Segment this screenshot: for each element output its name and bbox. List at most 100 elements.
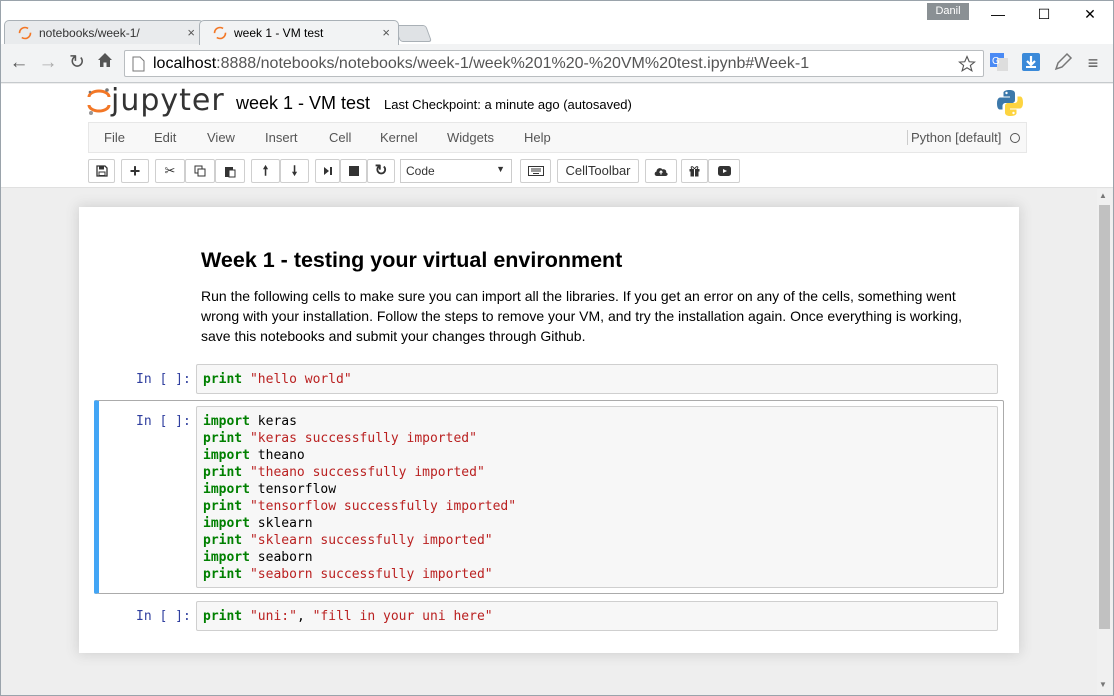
chrome-menu-icon[interactable]: ≡ bbox=[1082, 52, 1104, 74]
browser-titlebar: notebooks/week-1/ × week 1 - VM test × D… bbox=[0, 0, 1114, 45]
jupyter-favicon-icon bbox=[18, 26, 32, 40]
step-forward-icon bbox=[323, 167, 332, 175]
address-bar[interactable]: localhost:8888/notebooks/notebooks/week-… bbox=[124, 50, 984, 77]
code-keyword: print bbox=[203, 533, 243, 548]
code-text: theano bbox=[257, 448, 305, 463]
scissors-icon: ✂ bbox=[164, 163, 176, 178]
scroll-up-arrow-icon[interactable]: ▲ bbox=[1099, 191, 1107, 200]
cell-type-value: Code bbox=[406, 164, 435, 178]
home-icon[interactable] bbox=[94, 52, 116, 74]
menu-widgets[interactable]: Widgets bbox=[447, 130, 494, 145]
jupyter-logo-text[interactable]: jupyter bbox=[111, 83, 225, 118]
code-string: "theano successfully imported" bbox=[249, 465, 485, 480]
close-window-button[interactable]: ✕ bbox=[1080, 6, 1100, 24]
move-cell-up-button[interactable]: 🠕 bbox=[251, 159, 280, 183]
new-tab-button[interactable] bbox=[393, 25, 433, 42]
keyboard-icon bbox=[527, 166, 544, 176]
minimize-button[interactable]: — bbox=[988, 6, 1008, 24]
code-keyword: print bbox=[203, 567, 243, 582]
kernel-name[interactable]: Python [default] bbox=[907, 130, 1001, 145]
paste-cells-button[interactable] bbox=[215, 159, 245, 183]
copy-icon bbox=[194, 165, 206, 177]
code-string: "hello world" bbox=[249, 372, 352, 387]
pen-extension-icon[interactable] bbox=[1052, 52, 1074, 74]
menu-kernel[interactable]: Kernel bbox=[380, 130, 418, 145]
jupyter-favicon-icon bbox=[213, 26, 227, 40]
url-text: localhost:8888/notebooks/notebooks/week-… bbox=[153, 55, 809, 73]
menu-help[interactable]: Help bbox=[524, 130, 551, 145]
back-arrow-icon[interactable]: ← bbox=[8, 52, 30, 74]
maximize-button[interactable]: ☐ bbox=[1034, 6, 1054, 24]
translate-extension-icon[interactable]: G bbox=[988, 52, 1010, 74]
code-cell-input[interactable]: print "uni:", "fill in your uni here" bbox=[196, 601, 998, 631]
code-text: sklearn bbox=[257, 516, 313, 531]
checkpoint-status: Last Checkpoint: a minute ago (autosaved… bbox=[384, 97, 632, 112]
profile-user-badge[interactable]: Danil bbox=[927, 3, 969, 20]
slideshow-button[interactable] bbox=[708, 159, 740, 183]
copy-cells-button[interactable] bbox=[185, 159, 215, 183]
code-cell-input[interactable]: print "hello world" bbox=[196, 364, 998, 394]
forward-arrow-icon[interactable]: → bbox=[37, 52, 59, 74]
input-prompt: In [ ]: bbox=[136, 414, 191, 429]
cut-cells-button[interactable]: ✂ bbox=[155, 159, 185, 183]
insert-cell-below-button[interactable]: + bbox=[121, 159, 149, 183]
tab-close-icon[interactable]: × bbox=[187, 21, 195, 45]
menu-file[interactable]: File bbox=[104, 130, 125, 145]
code-keyword: import bbox=[203, 482, 250, 497]
dropdown-arrow-icon: ▼ bbox=[496, 164, 505, 174]
kernel-idle-indicator-icon bbox=[1010, 133, 1020, 143]
run-cell-button[interactable] bbox=[315, 159, 340, 183]
reload-icon[interactable]: ↻ bbox=[66, 52, 88, 74]
markdown-paragraph[interactable]: Run the following cells to make sure you… bbox=[201, 286, 991, 346]
tab-title: notebooks/week-1/ bbox=[39, 26, 140, 40]
menu-view[interactable]: View bbox=[207, 130, 235, 145]
jupyter-logo-icon[interactable] bbox=[86, 84, 112, 118]
tab-notebooks[interactable]: notebooks/week-1/ × bbox=[4, 20, 204, 45]
save-button[interactable] bbox=[88, 159, 115, 183]
code-keyword: print bbox=[203, 609, 243, 624]
cell-type-select[interactable]: Code ▼ bbox=[400, 159, 512, 183]
plus-icon: + bbox=[129, 161, 141, 181]
celltoolbar-button[interactable]: CellToolbar bbox=[557, 159, 639, 183]
menu-edit[interactable]: Edit bbox=[154, 130, 176, 145]
code-text: tensorflow bbox=[257, 482, 337, 497]
code-keyword: print bbox=[203, 431, 243, 446]
download-extension-icon[interactable] bbox=[1020, 52, 1042, 74]
code-string: "seaborn successfully imported" bbox=[249, 567, 493, 582]
code-cell-input[interactable]: import keras print "keras successfully i… bbox=[196, 406, 998, 588]
command-palette-button[interactable] bbox=[520, 159, 551, 183]
code-keyword: import bbox=[203, 448, 250, 463]
menu-cell[interactable]: Cell bbox=[329, 130, 351, 145]
paste-icon bbox=[225, 167, 236, 178]
restart-kernel-button[interactable]: ↻ bbox=[367, 159, 395, 183]
tab-week1-vm-test[interactable]: week 1 - VM test × bbox=[199, 20, 399, 45]
interrupt-kernel-button[interactable] bbox=[340, 159, 367, 183]
menu-insert[interactable]: Insert bbox=[265, 130, 298, 145]
notebook-name[interactable]: week 1 - VM test bbox=[236, 93, 370, 114]
markdown-heading[interactable]: Week 1 - testing your virtual environmen… bbox=[201, 248, 622, 273]
bookmark-star-icon[interactable] bbox=[958, 55, 976, 73]
arrow-down-icon: 🠗 bbox=[291, 163, 298, 178]
stop-icon bbox=[348, 166, 359, 176]
gift-icon bbox=[689, 166, 700, 177]
publish-button[interactable] bbox=[645, 159, 677, 183]
restart-icon: ↻ bbox=[374, 162, 388, 179]
input-prompt: In [ ]: bbox=[136, 372, 191, 387]
page-icon bbox=[132, 56, 145, 72]
tab-close-icon[interactable]: × bbox=[382, 21, 390, 45]
save-icon bbox=[95, 165, 108, 177]
scroll-down-arrow-icon[interactable]: ▼ bbox=[1099, 680, 1107, 689]
move-cell-down-button[interactable]: 🠗 bbox=[280, 159, 309, 183]
code-string: "sklearn successfully imported" bbox=[249, 533, 493, 548]
scrollbar-thumb[interactable] bbox=[1099, 205, 1110, 629]
python-logo-icon bbox=[997, 90, 1023, 116]
arrow-up-icon: 🠕 bbox=[262, 163, 269, 178]
code-keyword: print bbox=[203, 465, 243, 480]
code-keyword: import bbox=[203, 550, 250, 565]
code-keyword: print bbox=[203, 372, 243, 387]
code-string: "uni:" bbox=[249, 609, 297, 624]
gift-button[interactable] bbox=[681, 159, 708, 183]
code-text: , bbox=[296, 609, 313, 624]
browser-navbar: ← → ↻ localhost:8888/notebooks/notebooks… bbox=[0, 44, 1114, 83]
tab-title: week 1 - VM test bbox=[234, 26, 324, 40]
